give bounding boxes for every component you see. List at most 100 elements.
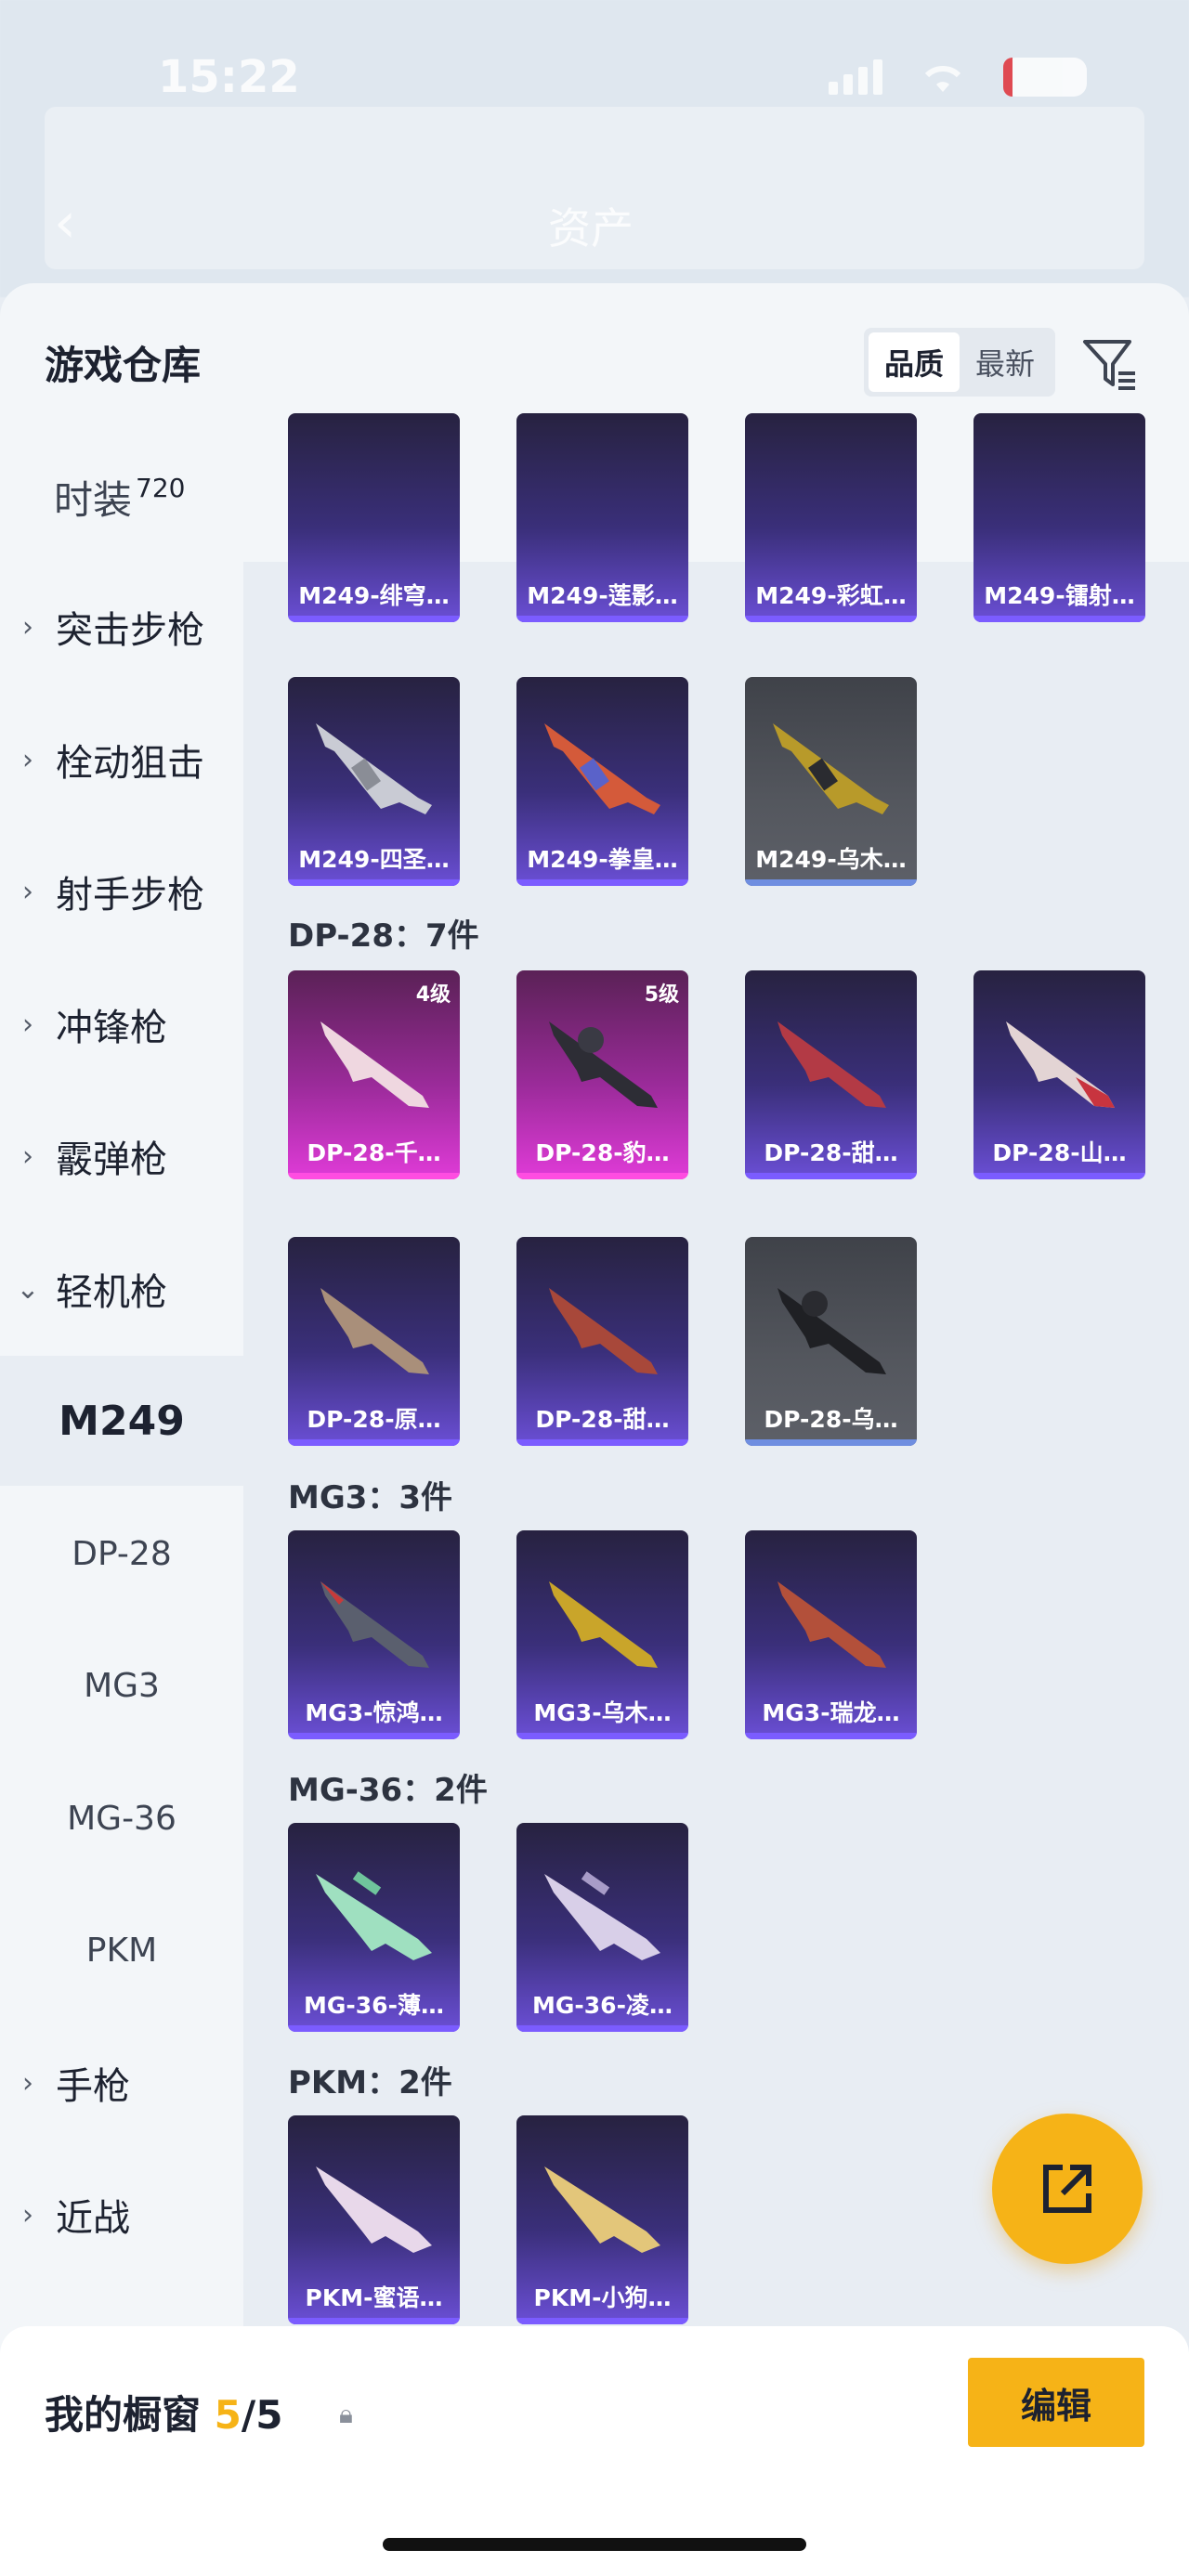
weapon-card[interactable]: M249-乌木… <box>745 677 917 886</box>
sidebar-sub-m249[interactable]: M249 <box>0 1356 243 1486</box>
rarity-bar <box>745 1733 917 1739</box>
weapon-name: MG-36-凌… <box>532 1992 673 2019</box>
weapon-card[interactable]: M249-四圣… <box>288 677 460 886</box>
weapon-card[interactable]: M249-拳皇… <box>516 677 688 886</box>
sidebar-item-smg[interactable]: › 冲锋枪 <box>0 959 243 1089</box>
sidebar-item-label: 轻机枪 <box>56 1271 167 1314</box>
machine-gun-icon <box>316 723 432 814</box>
status-time: 15:22 <box>158 51 300 103</box>
weapon-card[interactable]: M249-镭射… <box>973 413 1145 622</box>
sidebar-sub-mg3[interactable]: MG3 <box>0 1620 243 1750</box>
showcase-label: 我的橱窗 5/5 <box>45 2384 282 2440</box>
weapon-name: M249-彩虹… <box>755 582 907 609</box>
weapon-card[interactable]: DP-28-甜… <box>516 1237 688 1446</box>
rarity-bar <box>973 616 1145 622</box>
sort-quality-button[interactable]: 品质 <box>869 332 960 392</box>
tab-fashion[interactable]: 时装 720 <box>54 469 185 526</box>
rarity-bar <box>973 1173 1145 1179</box>
weapon-name: PKM-蜜语… <box>305 2284 443 2311</box>
rarity-bar <box>516 2318 688 2324</box>
section-title-mg3: MG3：3件 <box>288 1479 453 1516</box>
sidebar-item-assault-rifle[interactable]: › 突击步枪 <box>0 562 243 692</box>
sidebar-item-pistol[interactable]: › 手枪 <box>0 2018 243 2148</box>
weapon-name: DP-28-山… <box>992 1139 1127 1166</box>
sidebar-sub-mg36[interactable]: MG-36 <box>0 1753 243 1883</box>
weapon-card[interactable]: M249-绯穹… <box>288 413 460 622</box>
sidebar-item-bolt-sniper[interactable]: › 栓动狙击 <box>0 695 243 825</box>
machine-gun-icon <box>773 723 889 814</box>
weapon-name: M249-绯穹… <box>298 582 450 609</box>
sort-latest-button[interactable]: 最新 <box>960 332 1051 392</box>
rifle-icon <box>549 1288 658 1374</box>
edit-button[interactable]: 编辑 <box>968 2358 1144 2447</box>
tab-count: 720 <box>136 473 186 503</box>
sheet-title: 游戏仓库 <box>45 343 202 388</box>
share-button[interactable] <box>992 2114 1143 2264</box>
rarity-bar <box>745 616 917 622</box>
rifle-icon <box>316 1871 432 1960</box>
weapon-card[interactable]: MG3-乌木… <box>516 1530 688 1739</box>
chevron-right-icon: › <box>22 2198 33 2231</box>
weapon-name: DP-28-甜… <box>535 1406 670 1433</box>
rarity-bar <box>288 879 460 886</box>
rarity-bar <box>288 616 460 622</box>
weapon-card[interactable]: DP-28-山… <box>973 970 1145 1179</box>
weapon-name: M249-镭射… <box>984 582 1135 609</box>
rarity-bar <box>516 879 688 886</box>
weapon-card[interactable]: M249-彩虹… <box>745 413 917 622</box>
rifle-icon <box>1006 1021 1115 1108</box>
rarity-bar <box>288 2318 460 2324</box>
weapon-card[interactable]: MG3-惊鸿… <box>288 1530 460 1739</box>
wifi-icon <box>924 65 961 92</box>
filter-icon[interactable] <box>1079 334 1139 394</box>
sidebar-item-label: 栓动狙击 <box>56 742 204 785</box>
status-icons <box>829 58 1087 97</box>
sidebar-item-shotgun[interactable]: › 霰弹枪 <box>0 1091 243 1221</box>
weapon-card[interactable]: 4级 DP-28-千… <box>288 970 460 1179</box>
weapon-card[interactable]: MG-36-凌… <box>516 1823 688 2032</box>
sidebar-sub-pkm[interactable]: PKM <box>0 1885 243 2015</box>
sidebar-item-melee[interactable]: › 近战 <box>0 2150 243 2280</box>
rifle-icon <box>544 1871 660 1960</box>
back-button[interactable]: ‹ <box>54 190 76 255</box>
weapon-card[interactable]: M249-莲影… <box>516 413 688 622</box>
chevron-right-icon: › <box>22 610 33 644</box>
tab-label: 时装 <box>54 477 133 523</box>
weapon-name: DP-28-豹… <box>535 1139 670 1166</box>
rifle-icon <box>549 1021 658 1108</box>
weapon-card[interactable]: 5级 DP-28-豹… <box>516 970 688 1179</box>
rifle-icon <box>777 1021 886 1108</box>
weapon-card[interactable]: MG3-瑞龙… <box>745 1530 917 1739</box>
showcase-title: 我的橱窗 <box>45 2392 202 2438</box>
sidebar-item-marksman-rifle[interactable]: › 射手步枪 <box>0 826 243 956</box>
rarity-bar <box>288 1439 460 1446</box>
rarity-bar <box>516 2025 688 2032</box>
sidebar-sub-dp28[interactable]: DP-28 <box>0 1489 243 1619</box>
weapon-card[interactable]: PKM-蜜语… <box>288 2115 460 2324</box>
weapon-card[interactable]: MG-36-薄… <box>288 1823 460 2032</box>
rarity-bar <box>745 1439 917 1446</box>
weapon-name: M249-拳皇… <box>527 846 678 873</box>
weapon-name: M249-乌木… <box>755 846 907 873</box>
rarity-bar <box>516 1733 688 1739</box>
weapon-card[interactable]: DP-28-乌… <box>745 1237 917 1446</box>
weapon-card[interactable]: DP-28-原… <box>288 1237 460 1446</box>
chevron-right-icon: › <box>22 1008 33 1041</box>
rifle-icon <box>777 1288 886 1374</box>
home-indicator <box>383 2538 806 2551</box>
weapon-card[interactable]: DP-28-甜… <box>745 970 917 1179</box>
weapon-name: DP-28-乌… <box>764 1406 898 1433</box>
sidebar-item-label: 霰弹枪 <box>56 1138 167 1181</box>
signal-icon <box>829 59 882 95</box>
weapon-card[interactable]: PKM-小狗… <box>516 2115 688 2324</box>
weapon-name: MG3-乌木… <box>533 1699 672 1726</box>
machine-gun-icon <box>549 1581 658 1668</box>
sidebar-item-lmg[interactable]: ⌄ 轻机枪 <box>0 1224 243 1354</box>
rifle-icon <box>320 1021 429 1108</box>
rarity-bar <box>745 879 917 886</box>
weapon-name: DP-28-千… <box>307 1139 441 1166</box>
sidebar: › 突击步枪 › 栓动狙击 › 射手步枪 › 冲锋枪 › 霰弹枪 ⌄ 轻机枪 M249 DP… <box>0 562 243 2326</box>
weapon-name: M249-四圣… <box>298 846 450 873</box>
chevron-down-icon: ⌄ <box>16 1272 40 1306</box>
chevron-right-icon: › <box>22 875 33 908</box>
